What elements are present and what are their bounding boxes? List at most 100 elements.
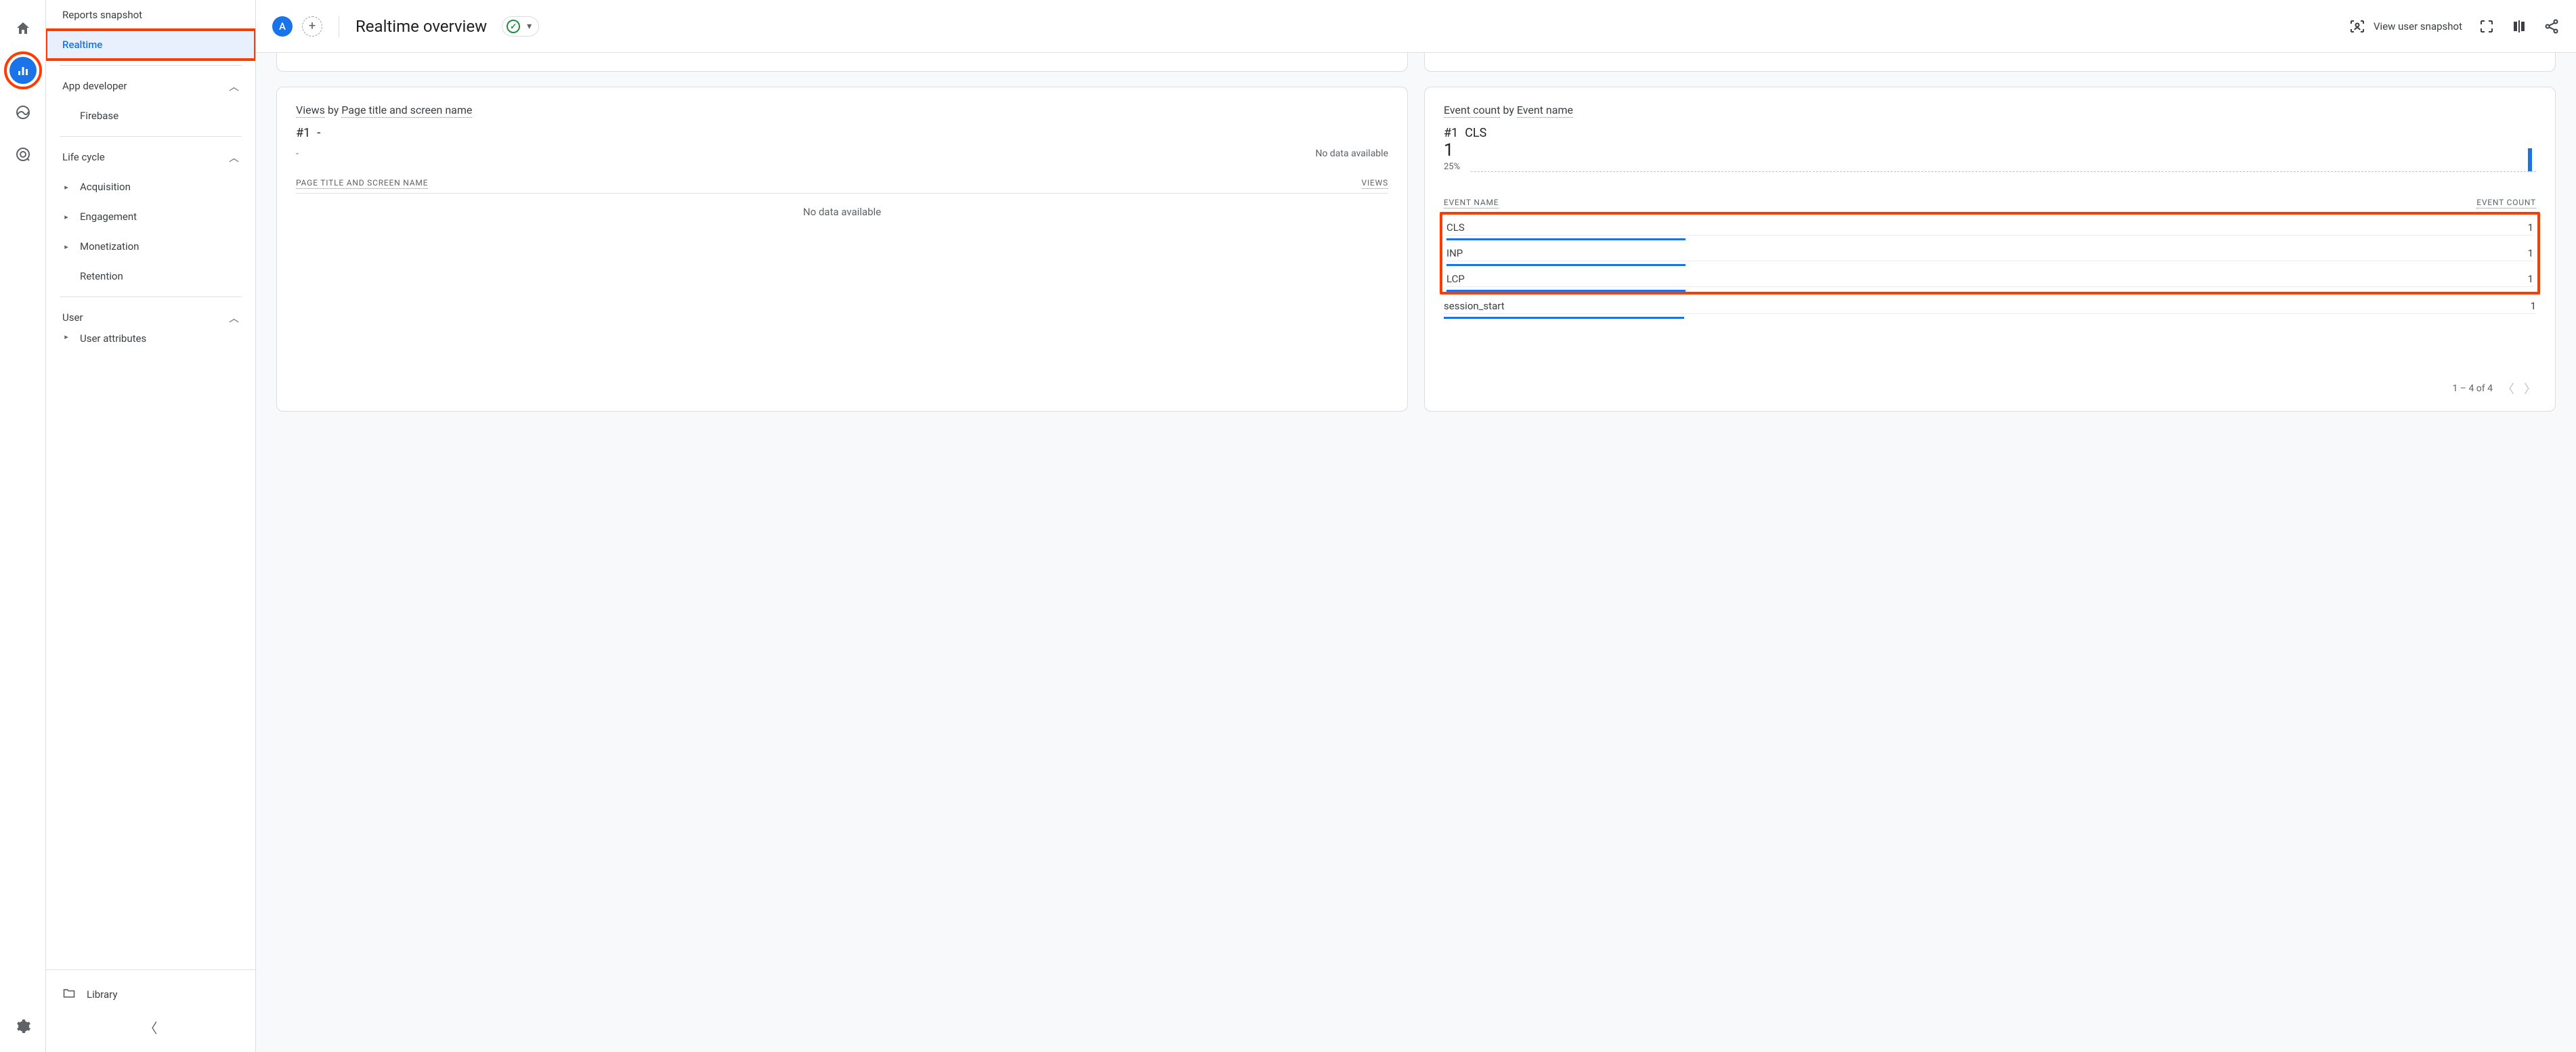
sub-label: Retention: [80, 270, 123, 282]
content-area: Views by Page title and screen name #1 -…: [256, 53, 2576, 1052]
caret-right-icon: ▸: [62, 213, 70, 221]
table-row[interactable]: INP 1: [1446, 240, 2533, 261]
nav-group-user[interactable]: User ︿: [46, 303, 255, 332]
dimension-name[interactable]: Event name: [1517, 104, 1573, 118]
add-comparison-button[interactable]: +: [302, 16, 322, 37]
sub-label: Monetization: [80, 240, 139, 253]
nav-realtime[interactable]: Realtime: [46, 30, 255, 60]
rank-number: #1: [1444, 126, 1458, 140]
row-count: 1: [2531, 300, 2536, 312]
check-icon: ✓: [507, 20, 520, 33]
by-text: by: [325, 104, 341, 116]
table-row[interactable]: CLS 1: [1446, 215, 2533, 236]
chevron-up-icon: ︿: [229, 311, 239, 325]
nav-group-life-cycle[interactable]: Life cycle ︿: [46, 142, 255, 172]
highlighted-rows: CLS 1 INP 1 LCP 1: [1440, 212, 2540, 294]
table-row[interactable]: session_start 1: [1444, 293, 2536, 314]
side-navigation: Reports snapshot Realtime App developer …: [46, 0, 256, 1052]
col-right: EVENT COUNT: [2476, 198, 2536, 209]
admin-gear-icon[interactable]: [9, 1013, 37, 1040]
collapse-sidenav-button[interactable]: 〈: [46, 1011, 255, 1044]
sub-label: User attributes: [80, 332, 146, 343]
advertising-icon[interactable]: [9, 141, 37, 168]
share-icon: [2543, 18, 2560, 35]
audience-chip[interactable]: A: [272, 16, 293, 37]
rank-value: -: [317, 126, 320, 140]
row-name: LCP: [1446, 273, 1465, 285]
sub-label: Engagement: [80, 211, 137, 223]
views-card: Views by Page title and screen name #1 -…: [276, 87, 1408, 412]
card-footer: 1 – 4 of 4 〈 〉: [1444, 372, 2536, 397]
home-icon[interactable]: [9, 15, 37, 42]
rank-number: #1: [296, 126, 310, 140]
sparkline: [1471, 149, 2536, 172]
nav-group-app-developer[interactable]: App developer ︿: [46, 71, 255, 101]
chevron-left-icon: 〈: [144, 1020, 158, 1036]
dash: -: [296, 148, 299, 159]
row-count: 1: [2528, 247, 2533, 259]
icon-rail: [0, 0, 46, 1052]
top-rank: #1 -: [296, 126, 1388, 140]
chevron-up-icon: ︿: [229, 79, 239, 93]
card-stub: [276, 53, 1408, 72]
nav-sub-retention[interactable]: Retention: [46, 261, 255, 291]
caret-right-icon: ▸: [62, 242, 70, 251]
plus-icon: +: [309, 19, 316, 33]
row-bar: [1446, 290, 1686, 292]
reports-icon[interactable]: [9, 57, 37, 84]
row-name: session_start: [1444, 300, 1505, 312]
metric-name[interactable]: Views: [296, 104, 325, 118]
user-snapshot-icon: [2349, 18, 2365, 35]
row-count: 1: [2528, 221, 2533, 234]
pager-prev-button[interactable]: 〈: [2502, 380, 2514, 397]
nav-sub-user-attributes[interactable]: ▸ User attributes: [46, 332, 255, 343]
nav-sub-engagement[interactable]: ▸ Engagement: [46, 202, 255, 232]
table-row[interactable]: LCP 1: [1446, 266, 2533, 287]
sub-label: Firebase: [80, 110, 119, 122]
explore-icon[interactable]: [9, 99, 37, 126]
pager-label: 1 – 4 of 4: [2452, 383, 2493, 394]
divider: [60, 136, 242, 137]
nav-sub-monetization[interactable]: ▸ Monetization: [46, 232, 255, 261]
page-title: Realtime overview: [356, 17, 487, 36]
table-header: EVENT NAME EVENT COUNT: [1444, 194, 2536, 213]
col-left: PAGE TITLE AND SCREEN NAME: [296, 178, 428, 189]
nav-label: Reports snapshot: [62, 9, 142, 21]
compare-button[interactable]: [2511, 18, 2527, 35]
col-left: EVENT NAME: [1444, 198, 1499, 209]
pager-next-button[interactable]: 〉: [2524, 380, 2536, 397]
nav-footer: Library 〈: [46, 969, 255, 1052]
nav-reports-snapshot[interactable]: Reports snapshot: [46, 0, 255, 30]
col-right: VIEWS: [1362, 178, 1389, 189]
row-bar: [1444, 317, 1684, 319]
status-dropdown[interactable]: ✓ ▾: [502, 16, 539, 37]
divider: [60, 65, 242, 66]
fullscreen-button[interactable]: [2478, 18, 2495, 35]
caret-right-icon: ▸: [62, 332, 70, 341]
metric-name[interactable]: Event count: [1444, 104, 1500, 118]
spark-bar: [2528, 148, 2532, 171]
row-name: INP: [1446, 247, 1463, 259]
nav-sub-acquisition[interactable]: ▸ Acquisition: [46, 172, 255, 202]
nav-library[interactable]: Library: [46, 978, 255, 1011]
chevron-up-icon: ︿: [229, 150, 239, 165]
sparkline-row: 1 25%: [1444, 141, 2536, 172]
chevron-down-icon: ▾: [527, 21, 532, 32]
table-header: PAGE TITLE AND SCREEN NAME VIEWS: [296, 174, 1388, 194]
compare-icon: [2511, 18, 2527, 35]
library-label: Library: [87, 988, 117, 1001]
main-area: A + Realtime overview ✓ ▾ View user snap…: [256, 0, 2576, 1052]
card-stub: [1424, 53, 2556, 72]
snapshot-label: View user snapshot: [2374, 20, 2462, 32]
fullscreen-icon: [2478, 18, 2495, 35]
group-label: User: [62, 311, 83, 324]
nav-sub-firebase[interactable]: Firebase: [46, 101, 255, 131]
dimension-name[interactable]: Page title and screen name: [341, 104, 472, 118]
nav-label: Realtime: [62, 39, 102, 51]
group-label: Life cycle: [62, 151, 105, 163]
view-user-snapshot-button[interactable]: View user snapshot: [2349, 18, 2462, 35]
rank-value: CLS: [1465, 126, 1486, 140]
share-button[interactable]: [2543, 18, 2560, 35]
no-data-text: No data available: [1315, 148, 1388, 159]
card-title: Event count by Event name: [1444, 104, 2536, 116]
